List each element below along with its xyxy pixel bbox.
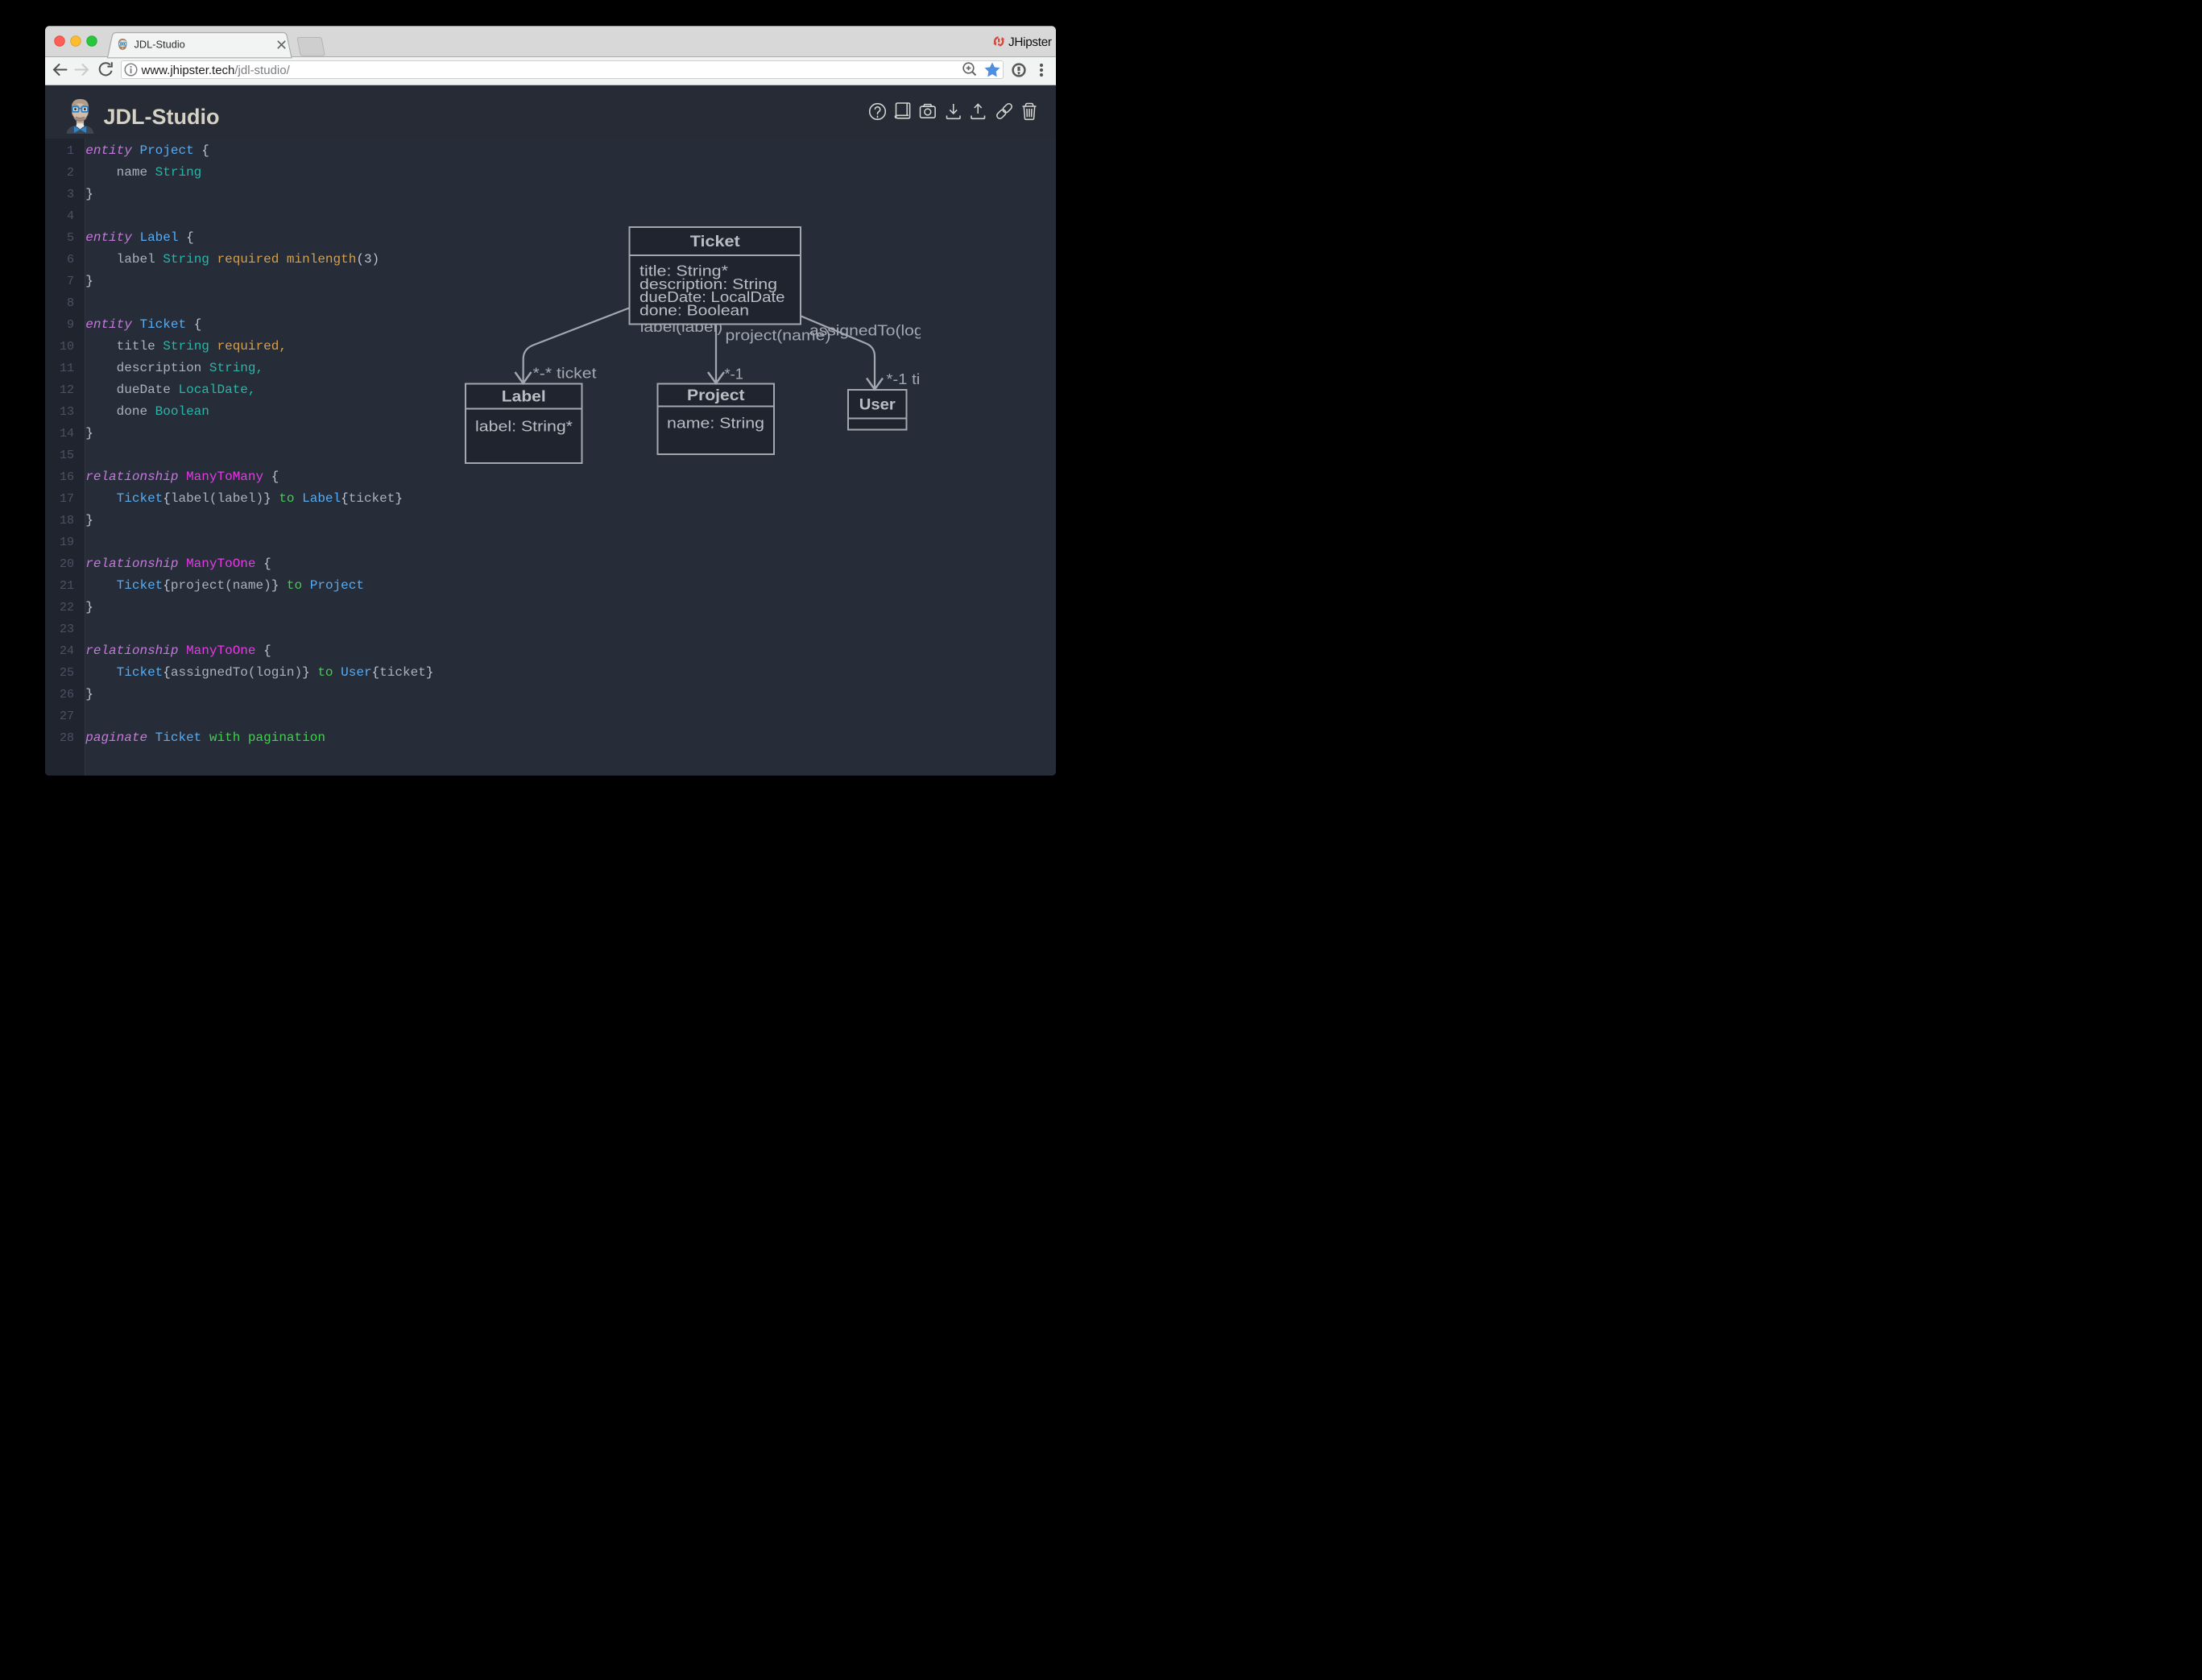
svg-text:*-1: *-1 — [725, 365, 744, 382]
svg-text:JHipster: JHipster — [1008, 35, 1052, 49]
svg-text:Label: Label — [502, 387, 546, 405]
svg-text:name: String: name: String — [667, 414, 764, 431]
svg-text:JDL-Studio: JDL-Studio — [135, 39, 185, 51]
svg-text:Ticket: Ticket — [690, 233, 741, 250]
svg-text:Project: Project — [687, 387, 745, 404]
svg-text:www.jhipster.tech/jdl-studio/: www.jhipster.tech/jdl-studio/ — [141, 64, 291, 77]
svg-text:User: User — [859, 395, 896, 413]
svg-text:*-1 ticket: *-1 ticket — [887, 370, 921, 387]
svg-text:label: String*: label: String* — [475, 417, 573, 434]
svg-text:done: Boolean: done: Boolean — [639, 301, 749, 318]
svg-text:assignedTo(login): assignedTo(login) — [809, 321, 921, 338]
svg-text:*-* ticket: *-* ticket — [533, 364, 597, 381]
